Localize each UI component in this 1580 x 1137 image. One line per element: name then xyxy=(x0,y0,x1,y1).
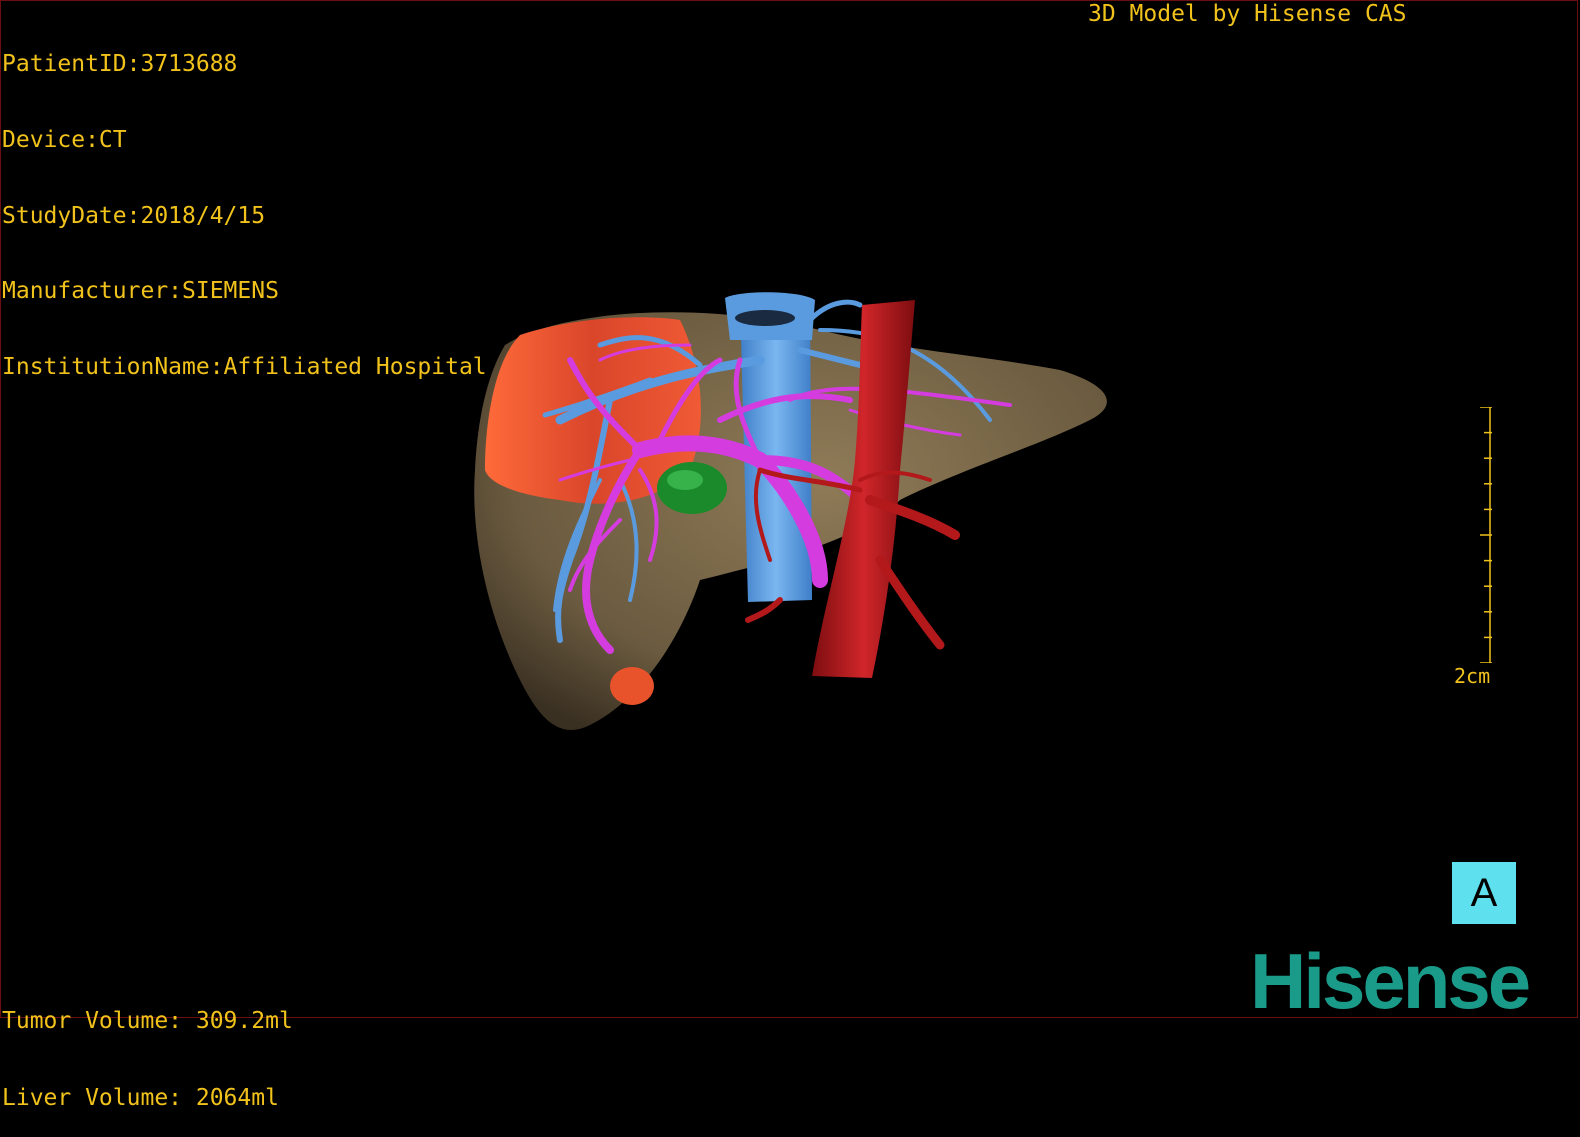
scale-bar-label: 2cm xyxy=(1454,664,1491,688)
tumor-volume-text: Tumor Volume: 309.2ml xyxy=(2,1008,293,1034)
liver-volume-text: Liver Volume: 2064ml xyxy=(2,1084,279,1111)
scale-bar-icon xyxy=(1480,407,1492,663)
liver-3d-model-icon[interactable] xyxy=(0,0,1580,1020)
volume-readouts: Tumor Volume: 309.2ml Liver Volume: 2064… xyxy=(2,958,293,1137)
hisense-logo: Hisense xyxy=(1250,937,1531,1025)
orientation-marker-icon[interactable]: A xyxy=(1452,862,1516,924)
small-tumor xyxy=(610,667,654,705)
